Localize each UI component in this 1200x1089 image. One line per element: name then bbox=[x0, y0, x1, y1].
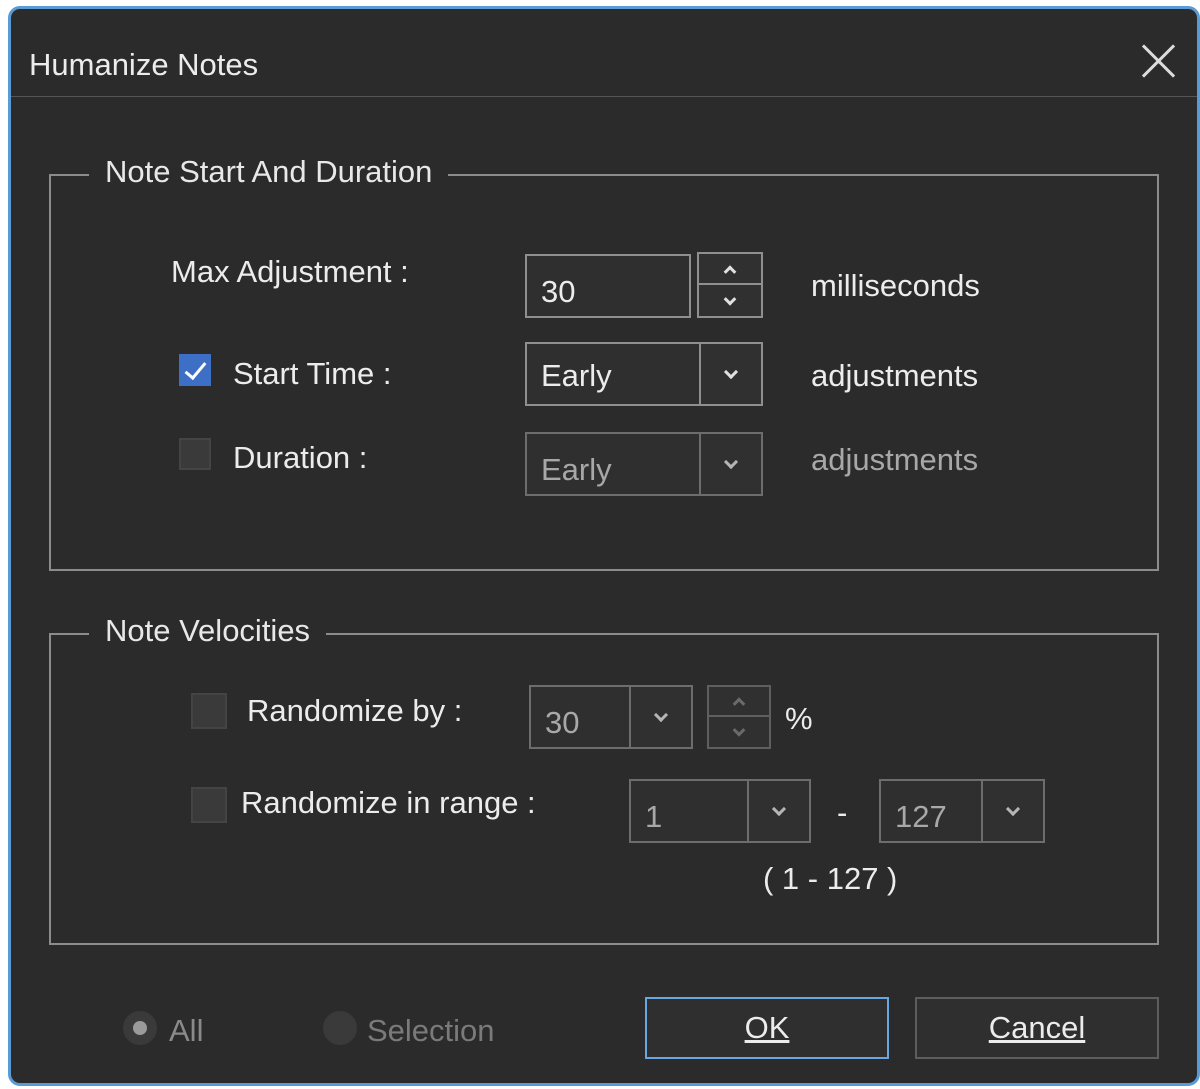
randomize-by-dropdown[interactable]: 30 bbox=[529, 685, 693, 749]
randomize-by-label: Randomize by : bbox=[247, 693, 463, 728]
chevron-down-icon bbox=[771, 801, 787, 817]
humanize-notes-dialog: Humanize Notes Note Start And Duration M… bbox=[8, 6, 1200, 1086]
chevron-up-icon bbox=[732, 697, 746, 711]
start-time-dropdown[interactable]: Early bbox=[525, 342, 763, 406]
scope-all-label: All bbox=[169, 1013, 204, 1048]
duration-unit: adjustments bbox=[811, 442, 979, 477]
range-high-value: 127 bbox=[895, 799, 947, 834]
chevron-down-icon bbox=[723, 292, 737, 306]
duration-dropdown-button[interactable] bbox=[699, 434, 761, 494]
duration-label: Duration : bbox=[233, 440, 368, 475]
dialog-title: Humanize Notes bbox=[29, 47, 259, 82]
range-high-dropdown[interactable]: 127 bbox=[879, 779, 1045, 843]
chevron-down-icon bbox=[723, 454, 739, 470]
chevron-down-icon bbox=[732, 723, 746, 737]
chevron-up-icon bbox=[723, 264, 737, 278]
spin-down-button[interactable] bbox=[699, 285, 761, 316]
duration-value: Early bbox=[541, 452, 612, 487]
range-separator: - bbox=[837, 795, 848, 830]
chevron-down-icon bbox=[653, 707, 669, 723]
scope-selection-label: Selection bbox=[367, 1013, 495, 1048]
range-low-dropdown[interactable]: 1 bbox=[629, 779, 811, 843]
start-time-unit: adjustments bbox=[811, 358, 979, 393]
randomize-by-checkbox[interactable] bbox=[191, 693, 227, 729]
note-start-duration-group: Note Start And Duration Max Adjustment :… bbox=[49, 154, 1159, 571]
range-hint: ( 1 - 127 ) bbox=[763, 861, 898, 896]
title-bar: Humanize Notes bbox=[11, 9, 1197, 97]
duration-checkbox[interactable] bbox=[179, 438, 211, 470]
max-adjustment-spinner[interactable] bbox=[697, 252, 763, 318]
scope-selection-radio[interactable] bbox=[323, 1011, 357, 1045]
cancel-button[interactable]: Cancel bbox=[915, 997, 1159, 1059]
max-adjustment-label: Max Adjustment : bbox=[171, 254, 409, 289]
spin-up-button[interactable] bbox=[709, 687, 769, 717]
duration-dropdown[interactable]: Early bbox=[525, 432, 763, 496]
chevron-down-icon bbox=[723, 364, 739, 380]
start-time-checkbox[interactable] bbox=[179, 354, 211, 386]
group-title-note-start: Note Start And Duration bbox=[89, 154, 449, 190]
group-title-note-velocities: Note Velocities bbox=[89, 613, 327, 649]
scope-all-radio[interactable] bbox=[123, 1011, 157, 1045]
randomize-by-dropdown-button[interactable] bbox=[629, 687, 691, 747]
start-time-dropdown-button[interactable] bbox=[699, 344, 761, 404]
close-icon[interactable] bbox=[1135, 37, 1183, 85]
randomize-range-label: Randomize in range : bbox=[241, 785, 536, 820]
range-high-dropdown-button[interactable] bbox=[981, 781, 1043, 841]
max-adjustment-value: 30 bbox=[541, 274, 576, 309]
spin-down-button[interactable] bbox=[709, 717, 769, 747]
note-velocities-group: Note Velocities Randomize by : 30 % Rand… bbox=[49, 613, 1159, 945]
ok-button[interactable]: OK bbox=[645, 997, 889, 1059]
spin-up-button[interactable] bbox=[699, 254, 761, 285]
max-adjustment-unit: milliseconds bbox=[811, 268, 980, 303]
randomize-by-value: 30 bbox=[545, 705, 580, 740]
start-time-value: Early bbox=[541, 358, 612, 393]
chevron-down-icon bbox=[1005, 801, 1021, 817]
randomize-range-checkbox[interactable] bbox=[191, 787, 227, 823]
start-time-label: Start Time : bbox=[233, 356, 392, 391]
max-adjustment-input[interactable]: 30 bbox=[525, 254, 691, 318]
range-low-dropdown-button[interactable] bbox=[747, 781, 809, 841]
range-low-value: 1 bbox=[645, 799, 663, 834]
randomize-by-spinner[interactable] bbox=[707, 685, 771, 749]
randomize-by-unit: % bbox=[785, 701, 813, 736]
